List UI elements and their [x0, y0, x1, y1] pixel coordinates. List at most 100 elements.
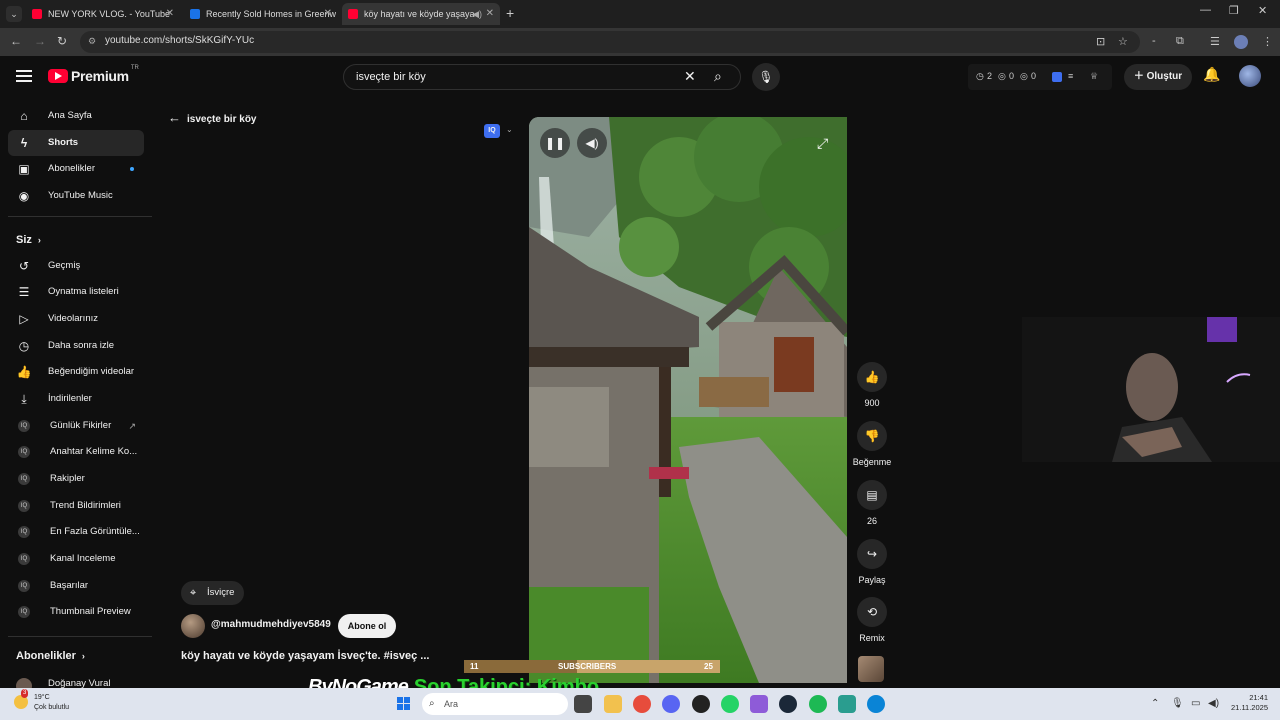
sidebar-item-your-videos[interactable]: ▷ Videolarınız: [8, 306, 144, 332]
sidebar-item-daily-ideas[interactable]: IQ Günlük Fikirler ↗: [8, 413, 144, 439]
chevron-down-icon[interactable]: ⌄: [506, 125, 513, 134]
sidebar-item-music[interactable]: ◉ YouTube Music: [8, 183, 144, 209]
sidebar-item-history[interactable]: ↺ Geçmiş: [8, 253, 144, 279]
subscriptions-heading-label: Abonelikler: [16, 650, 76, 662]
channel-name[interactable]: @mahmudmehdiyev5849: [211, 619, 331, 630]
taskbar-search-input[interactable]: ⌕ Ara: [422, 693, 568, 715]
app-icon[interactable]: [838, 695, 856, 713]
bookmark-star-icon[interactable]: ☆: [1118, 35, 1128, 48]
back-to-search[interactable]: ← isveçte bir köy: [168, 110, 256, 125]
minimize-icon[interactable]: —: [1200, 4, 1211, 16]
sidebar-item-trend-alerts[interactable]: IQ Trend Bildirimleri: [8, 493, 144, 519]
audio-thumbnail[interactable]: [858, 656, 884, 682]
sidebar-item-label: Geçmiş: [48, 260, 81, 271]
profile-icon[interactable]: [1234, 35, 1248, 49]
shorts-video-player[interactable]: ❚❚ ◀) ⤢: [529, 117, 847, 683]
channel-avatar[interactable]: [181, 614, 205, 638]
search-input[interactable]: isveçte bir köy ✕ ⌕: [343, 64, 741, 90]
sidebar-item-home[interactable]: ⌂ Ana Sayfa: [8, 103, 144, 129]
maximize-icon[interactable]: ❐: [1229, 4, 1239, 17]
volume-icon[interactable]: ◀): [577, 128, 607, 158]
iq-ext-icon[interactable]: [1052, 72, 1062, 82]
youtube-header: Premium TR isveçte bir köy ✕ ⌕ 🎙 ◷ 2 ◎ 0…: [0, 56, 1280, 98]
speaker-icon[interactable]: ◀): [472, 3, 482, 25]
browser-tab[interactable]: NEW YORK VLOG. - YouTube ✕: [26, 3, 180, 25]
sidebar-item-liked-videos[interactable]: 👍 Beğendiğim videolar: [8, 359, 144, 385]
list-ext-icon[interactable]: ≡: [1068, 71, 1073, 81]
app-icon[interactable]: [750, 695, 768, 713]
menu-kebab-icon[interactable]: ⋮: [1262, 35, 1273, 48]
window-close-icon[interactable]: ✕: [1258, 4, 1267, 17]
more-ext-icon[interactable]: -: [1152, 35, 1156, 47]
you-heading-label: Siz: [16, 234, 32, 246]
sidebar-item-competitors[interactable]: IQ Rakipler: [8, 466, 144, 492]
sidebar-item-subscriptions[interactable]: ▣ Abonelikler: [8, 156, 144, 182]
notifications-bell-icon[interactable]: 🔔: [1203, 66, 1220, 83]
back-icon[interactable]: ←: [10, 34, 22, 48]
account-avatar[interactable]: [1239, 65, 1261, 87]
remix-button[interactable]: ⟲ Remix: [850, 597, 894, 643]
trophy-icon[interactable]: ♕: [1090, 71, 1098, 82]
sidebar-item-most-viewed[interactable]: IQ En Fazla Görüntüle...: [8, 519, 144, 545]
youtube-logo[interactable]: Premium TR: [48, 65, 139, 84]
sidebar-item-thumbnail-preview[interactable]: IQ Thumbnail Preview: [8, 599, 144, 625]
voice-search-icon[interactable]: 🎙: [752, 63, 780, 91]
subscriptions-heading[interactable]: Abonelikler ›: [16, 650, 85, 662]
close-icon[interactable]: ✕: [324, 3, 332, 25]
url-field[interactable]: ⚙ youtube.com/shorts/SkKGifY-YUc: [80, 31, 1140, 53]
sidebar-item-channel[interactable]: Doğanay Vural: [8, 671, 144, 688]
fullscreen-icon[interactable]: ⤢: [817, 135, 828, 152]
file-explorer-icon[interactable]: [604, 695, 622, 713]
sidebar-item-keyword[interactable]: IQ Anahtar Kelime Ko...: [8, 439, 144, 465]
volume-icon[interactable]: ◀): [1208, 698, 1219, 709]
spotify-icon[interactable]: [809, 695, 827, 713]
site-info-icon[interactable]: ⚙: [88, 36, 96, 47]
sidebar-item-playlists[interactable]: ☰ Oynatma listeleri: [8, 279, 144, 305]
forward-icon[interactable]: →: [34, 34, 46, 48]
comments-button[interactable]: ▤ 26: [850, 480, 894, 526]
browser-tab[interactable]: Recently Sold Homes in Greenw ✕: [184, 3, 338, 25]
you-heading[interactable]: Siz ›: [16, 234, 41, 246]
create-button[interactable]: ＋ Oluştur: [1124, 64, 1192, 90]
mic-icon[interactable]: 🎙: [1171, 698, 1184, 709]
reading-list-icon[interactable]: ☰: [1210, 35, 1220, 48]
iq-icon[interactable]: IQ: [484, 124, 500, 138]
monitor-icon[interactable]: ▭: [1191, 698, 1200, 709]
discord-icon[interactable]: [662, 695, 680, 713]
external-link-icon: ↗: [128, 421, 136, 431]
clear-search-icon[interactable]: ✕: [684, 68, 696, 85]
sidebar-item-watch-later[interactable]: ◷ Daha sonra izle: [8, 333, 144, 359]
task-view-icon[interactable]: [574, 695, 592, 713]
close-icon[interactable]: ✕: [486, 3, 494, 25]
hamburger-menu-icon[interactable]: [16, 70, 32, 82]
share-button[interactable]: ↪ Paylaş: [850, 539, 894, 585]
steam-icon[interactable]: [779, 695, 797, 713]
like-button[interactable]: 👍 900: [850, 362, 894, 408]
subscribe-button[interactable]: Abone ol: [338, 614, 396, 638]
tab-search-icon[interactable]: ⌄: [6, 6, 22, 22]
tab-title: Recently Sold Homes in Greenw: [206, 9, 337, 19]
sidebar-item-achievements[interactable]: IQ Başarılar: [8, 573, 144, 599]
tray-chevron-icon[interactable]: ⌃: [1151, 698, 1159, 709]
pause-icon[interactable]: ❚❚: [540, 128, 570, 158]
start-windows-icon[interactable]: [397, 697, 411, 711]
reload-icon[interactable]: ↻: [57, 34, 67, 48]
close-icon[interactable]: ✕: [166, 3, 174, 25]
iq-icon: IQ: [18, 553, 30, 565]
whatsapp-icon[interactable]: [721, 695, 739, 713]
sidebar-item-downloads[interactable]: ⤓ İndirilenler: [8, 386, 144, 412]
search-icon[interactable]: ⌕: [714, 68, 722, 85]
edge-icon[interactable]: [867, 695, 885, 713]
chrome-icon[interactable]: [633, 695, 651, 713]
browser-tab-active[interactable]: köy hayatı ve köyde yaşaya ◀) ✕: [342, 3, 500, 25]
obs-icon[interactable]: [692, 695, 710, 713]
install-icon[interactable]: ⊡: [1096, 35, 1105, 48]
extensions-icon[interactable]: ⧉: [1176, 35, 1184, 48]
sidebar-item-shorts[interactable]: ϟ Shorts: [8, 130, 144, 156]
dislike-button[interactable]: 👎 Beğenme: [850, 421, 894, 467]
location-chip[interactable]: ⌖ İsviçre: [181, 581, 245, 605]
system-clock[interactable]: 21:41 21.11.2025: [1228, 693, 1268, 713]
sidebar-item-channel-review[interactable]: IQ Kanal Inceleme: [8, 546, 144, 572]
new-tab-button[interactable]: +: [506, 5, 514, 21]
video-title[interactable]: köy hayatı ve köyde yaşayam İsveç'te. #i…: [181, 650, 429, 662]
